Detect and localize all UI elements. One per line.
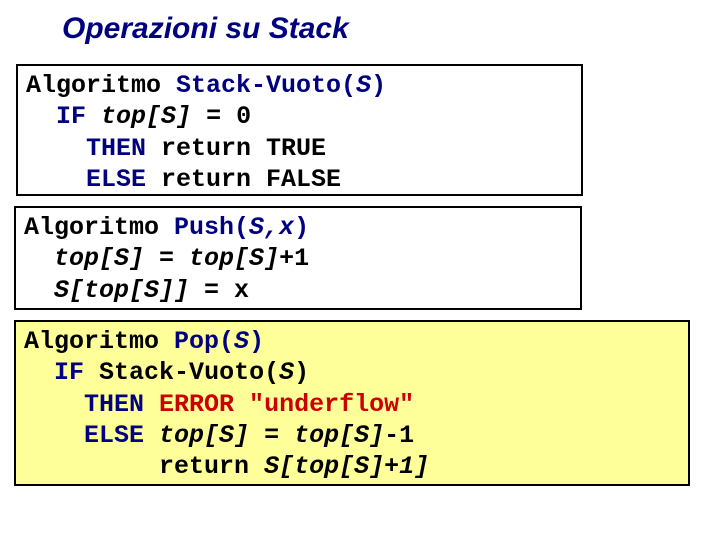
slide: Operazioni su Stack Algoritmo Stack-Vuot… (0, 0, 720, 540)
text-param: S (356, 71, 371, 100)
code-line: ELSE return FALSE (26, 164, 573, 195)
text-plain: -1 (384, 421, 414, 450)
text-expr: S[top[S]] (54, 276, 189, 305)
code-line: Algoritmo Pop(S) (24, 326, 680, 357)
text-plain: return (159, 452, 264, 481)
algo-box-stackvuoto: Algoritmo Stack-Vuoto(S) IF top[S] = 0 T… (16, 64, 583, 196)
text-error: ERROR "underflow" (159, 390, 414, 419)
text-indent (24, 421, 84, 450)
text-plain: = (249, 421, 294, 450)
text-plain: +1 (279, 244, 309, 273)
text-indent (26, 165, 86, 194)
text-plain: Algoritmo (24, 327, 174, 356)
code-line: THEN return TRUE (26, 133, 573, 164)
text-keyword: IF (56, 102, 86, 131)
text-param: S (234, 327, 249, 356)
text-plain: = (144, 244, 189, 273)
text-expr: top[S] (144, 421, 249, 450)
text-keyword: ELSE (84, 421, 144, 450)
text-expr: S[top[S]+1] (264, 452, 429, 481)
code-line: Algoritmo Stack-Vuoto(S) (26, 70, 573, 101)
text-indent (24, 358, 54, 387)
slide-title: Operazioni su Stack (62, 12, 349, 46)
text-plain: return TRUE (146, 134, 326, 163)
text-plain: return FALSE (146, 165, 341, 194)
text-indent (24, 390, 84, 419)
text-plain: Stack-Vuoto( (99, 358, 279, 387)
text-plain: = x (189, 276, 249, 305)
text-indent (24, 276, 54, 305)
text-indent (26, 134, 86, 163)
text-param: S,x (249, 213, 294, 242)
text-indent (24, 452, 159, 481)
text-keyword: Stack-Vuoto( (176, 71, 356, 100)
code-line: IF Stack-Vuoto(S) (24, 357, 680, 388)
algo-box-pop: Algoritmo Pop(S) IF Stack-Vuoto(S) THEN … (14, 320, 690, 486)
code-line: S[top[S]] = x (24, 275, 572, 306)
algo-box-push: Algoritmo Push(S,x) top[S] = top[S]+1 S[… (14, 206, 582, 310)
text-indent (26, 102, 56, 131)
text-plain: Algoritmo (24, 213, 174, 242)
code-line: return S[top[S]+1] (24, 451, 680, 482)
text-plain: ) (294, 358, 309, 387)
text-keyword: ) (294, 213, 309, 242)
text-keyword: ELSE (86, 165, 146, 194)
text-plain: = 0 (206, 102, 251, 131)
text-expr: top[S] (86, 102, 206, 131)
text-expr: top[S] (189, 244, 279, 273)
text-keyword: IF (54, 358, 84, 387)
code-line: top[S] = top[S]+1 (24, 243, 572, 274)
code-line: THEN ERROR "underflow" (24, 389, 680, 420)
text-keyword: THEN (86, 134, 146, 163)
text-plain (84, 358, 99, 387)
code-line: Algoritmo Push(S,x) (24, 212, 572, 243)
text-plain: Algoritmo (26, 71, 176, 100)
text-keyword: Push( (174, 213, 249, 242)
text-expr: top[S] (294, 421, 384, 450)
code-line: IF top[S] = 0 (26, 101, 573, 132)
text-indent (24, 244, 54, 273)
text-keyword: ) (371, 71, 386, 100)
code-line: ELSE top[S] = top[S]-1 (24, 420, 680, 451)
text-keyword: Pop( (174, 327, 234, 356)
text-keyword: ) (249, 327, 264, 356)
text-plain (144, 390, 159, 419)
text-expr: top[S] (54, 244, 144, 273)
text-param: S (279, 358, 294, 387)
text-keyword: THEN (84, 390, 144, 419)
